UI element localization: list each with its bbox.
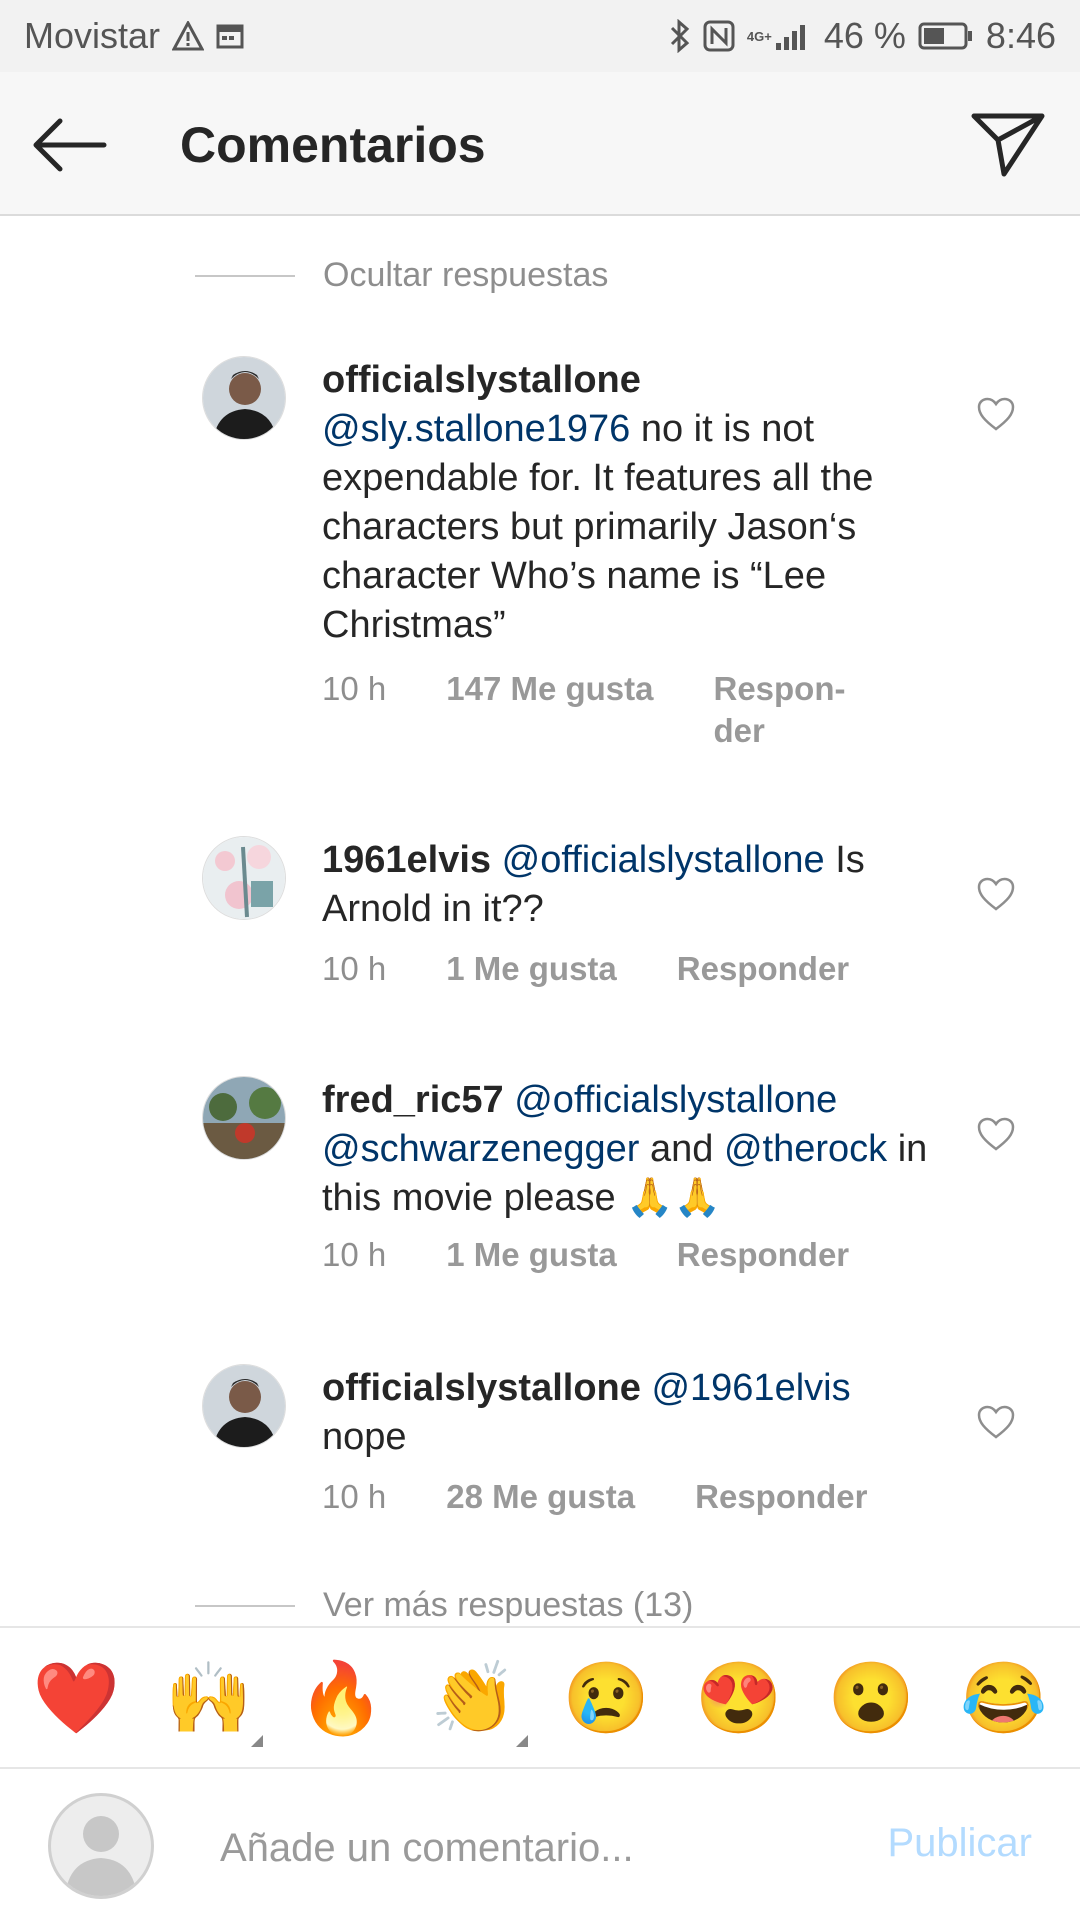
mention-link[interactable]: @schwarzenegger <box>322 1128 639 1170</box>
emoji-laughing-button[interactable]: 😂 <box>954 1663 1054 1733</box>
emoji-crying-button[interactable]: 😢 <box>556 1663 656 1733</box>
bluetooth-icon <box>669 19 691 53</box>
heart-icon <box>977 877 1015 911</box>
comment-composer: Publicar <box>0 1769 1080 1920</box>
default-user-icon <box>65 1816 137 1896</box>
comment-username[interactable]: 1961elvis <box>322 839 491 881</box>
comment-username[interactable]: officialslystallone <box>322 359 641 401</box>
app-bar: Comentarios <box>0 72 1080 216</box>
arrow-left-icon <box>33 118 107 172</box>
skin-tone-indicator-icon <box>250 1734 263 1747</box>
warning-icon <box>172 21 205 51</box>
likes-count[interactable]: 1 Me gusta <box>446 948 617 990</box>
heart-icon <box>977 397 1015 431</box>
clock: 8:46 <box>985 15 1056 56</box>
avatar[interactable] <box>202 1364 286 1448</box>
comment-message: and <box>639 1128 724 1170</box>
hide-replies-label: Ocultar respuestas <box>323 256 609 294</box>
comment-meta: 10 h 147 Me gusta Respon-​der <box>322 668 853 752</box>
comment-time: 10 h <box>322 670 387 707</box>
emoji-fire-button[interactable]: 🔥 <box>291 1663 391 1733</box>
comment-input[interactable] <box>218 1817 862 1879</box>
divider <box>195 1604 295 1607</box>
like-button[interactable] <box>976 396 1016 432</box>
calendar-icon <box>216 23 244 49</box>
mention-link[interactable]: @sly.stallone1976 <box>322 408 630 450</box>
battery-icon <box>918 22 974 50</box>
heart-icon <box>977 1405 1015 1439</box>
comment-text: fred_ric57 @officialslystallone @schwarz… <box>322 1076 952 1223</box>
emoji-raising-hands-glyph: 🙌 <box>165 1658 253 1737</box>
comments-list: Ocultar respuestas officialslystallone @… <box>0 216 1080 1626</box>
status-left: Movistar <box>24 15 244 57</box>
comment-username[interactable]: officialslystallone <box>322 1367 641 1409</box>
comment-text: 1961elvis @officialslystallone Is Arnold… <box>322 836 952 934</box>
back-button[interactable] <box>30 110 110 180</box>
comment-time: 10 h <box>322 950 387 987</box>
carrier-label: Movistar <box>24 15 161 56</box>
comment-time: 10 h <box>322 1236 387 1273</box>
mention-link[interactable]: @officialslystallone <box>514 1079 837 1121</box>
emoji-clapping-button[interactable]: 👏 <box>424 1663 528 1747</box>
comment-text: officialslystallone @1961elvis nope <box>322 1364 952 1462</box>
like-button[interactable] <box>976 1404 1016 1440</box>
mention-link[interactable]: @1961elvis <box>651 1367 850 1409</box>
heart-icon <box>977 1117 1015 1151</box>
comment-time: 10 h <box>322 1478 387 1515</box>
emoji-clapping-glyph: 👏 <box>430 1658 518 1737</box>
reply-button[interactable]: Responder <box>677 948 849 990</box>
nfc-icon <box>703 20 735 52</box>
likes-count[interactable]: 147 Me gusta <box>446 668 653 752</box>
emoji-heart-eyes-button[interactable]: 😍 <box>689 1663 789 1733</box>
share-button[interactable] <box>970 108 1046 178</box>
publish-button[interactable]: Publicar <box>887 1821 1032 1866</box>
like-button[interactable] <box>976 1116 1016 1152</box>
status-bar: Movistar 4G+ 46 % 8:46 <box>0 0 1080 72</box>
emoji-surprised-button[interactable]: 😮 <box>821 1663 921 1733</box>
skin-tone-indicator-icon <box>515 1734 528 1747</box>
comment-text: officialslystallone @sly.stallone1976 no… <box>322 356 952 650</box>
emoji-bar: ❤️ 🙌 🔥 👏 😢 😍 😮 😂 <box>0 1626 1080 1769</box>
divider <box>195 274 295 277</box>
comment-username[interactable]: fred_ric57 <box>322 1079 504 1121</box>
network-type-label: 4G+ <box>746 28 772 44</box>
view-more-replies-button[interactable]: Ver más respuestas (13) <box>195 1586 693 1625</box>
reply-button[interactable]: Responder <box>677 1234 849 1276</box>
avatar[interactable] <box>202 836 286 920</box>
mention-link[interactable]: @officialslystallone <box>502 839 825 881</box>
signal-icon: 4G+ <box>747 21 812 51</box>
comment-meta: 10 h 1 Me gusta Responder <box>322 948 849 990</box>
comment-meta: 10 h 28 Me gusta Responder <box>322 1476 868 1518</box>
hide-replies-button[interactable]: Ocultar respuestas <box>195 256 608 295</box>
mention-link[interactable]: @therock <box>724 1128 887 1170</box>
paper-plane-icon <box>971 113 1045 177</box>
battery-percent: 46 % <box>823 15 906 56</box>
reply-button[interactable]: Respon-​der <box>713 668 853 752</box>
like-button[interactable] <box>976 876 1016 912</box>
avatar <box>48 1793 154 1899</box>
comment-message: nope <box>322 1416 407 1458</box>
likes-count[interactable]: 1 Me gusta <box>446 1234 617 1276</box>
reply-button[interactable]: Responder <box>695 1476 867 1518</box>
comment-meta: 10 h 1 Me gusta Responder <box>322 1234 849 1276</box>
status-right: 4G+ 46 % 8:46 <box>669 15 1056 57</box>
emoji-heart-button[interactable]: ❤️ <box>26 1663 126 1733</box>
likes-count[interactable]: 28 Me gusta <box>446 1476 635 1518</box>
emoji-raising-hands-button[interactable]: 🙌 <box>159 1663 263 1747</box>
view-more-replies-label: Ver más respuestas (13) <box>323 1586 694 1624</box>
avatar[interactable] <box>202 1076 286 1160</box>
page-title: Comentarios <box>180 117 486 173</box>
avatar[interactable] <box>202 356 286 440</box>
